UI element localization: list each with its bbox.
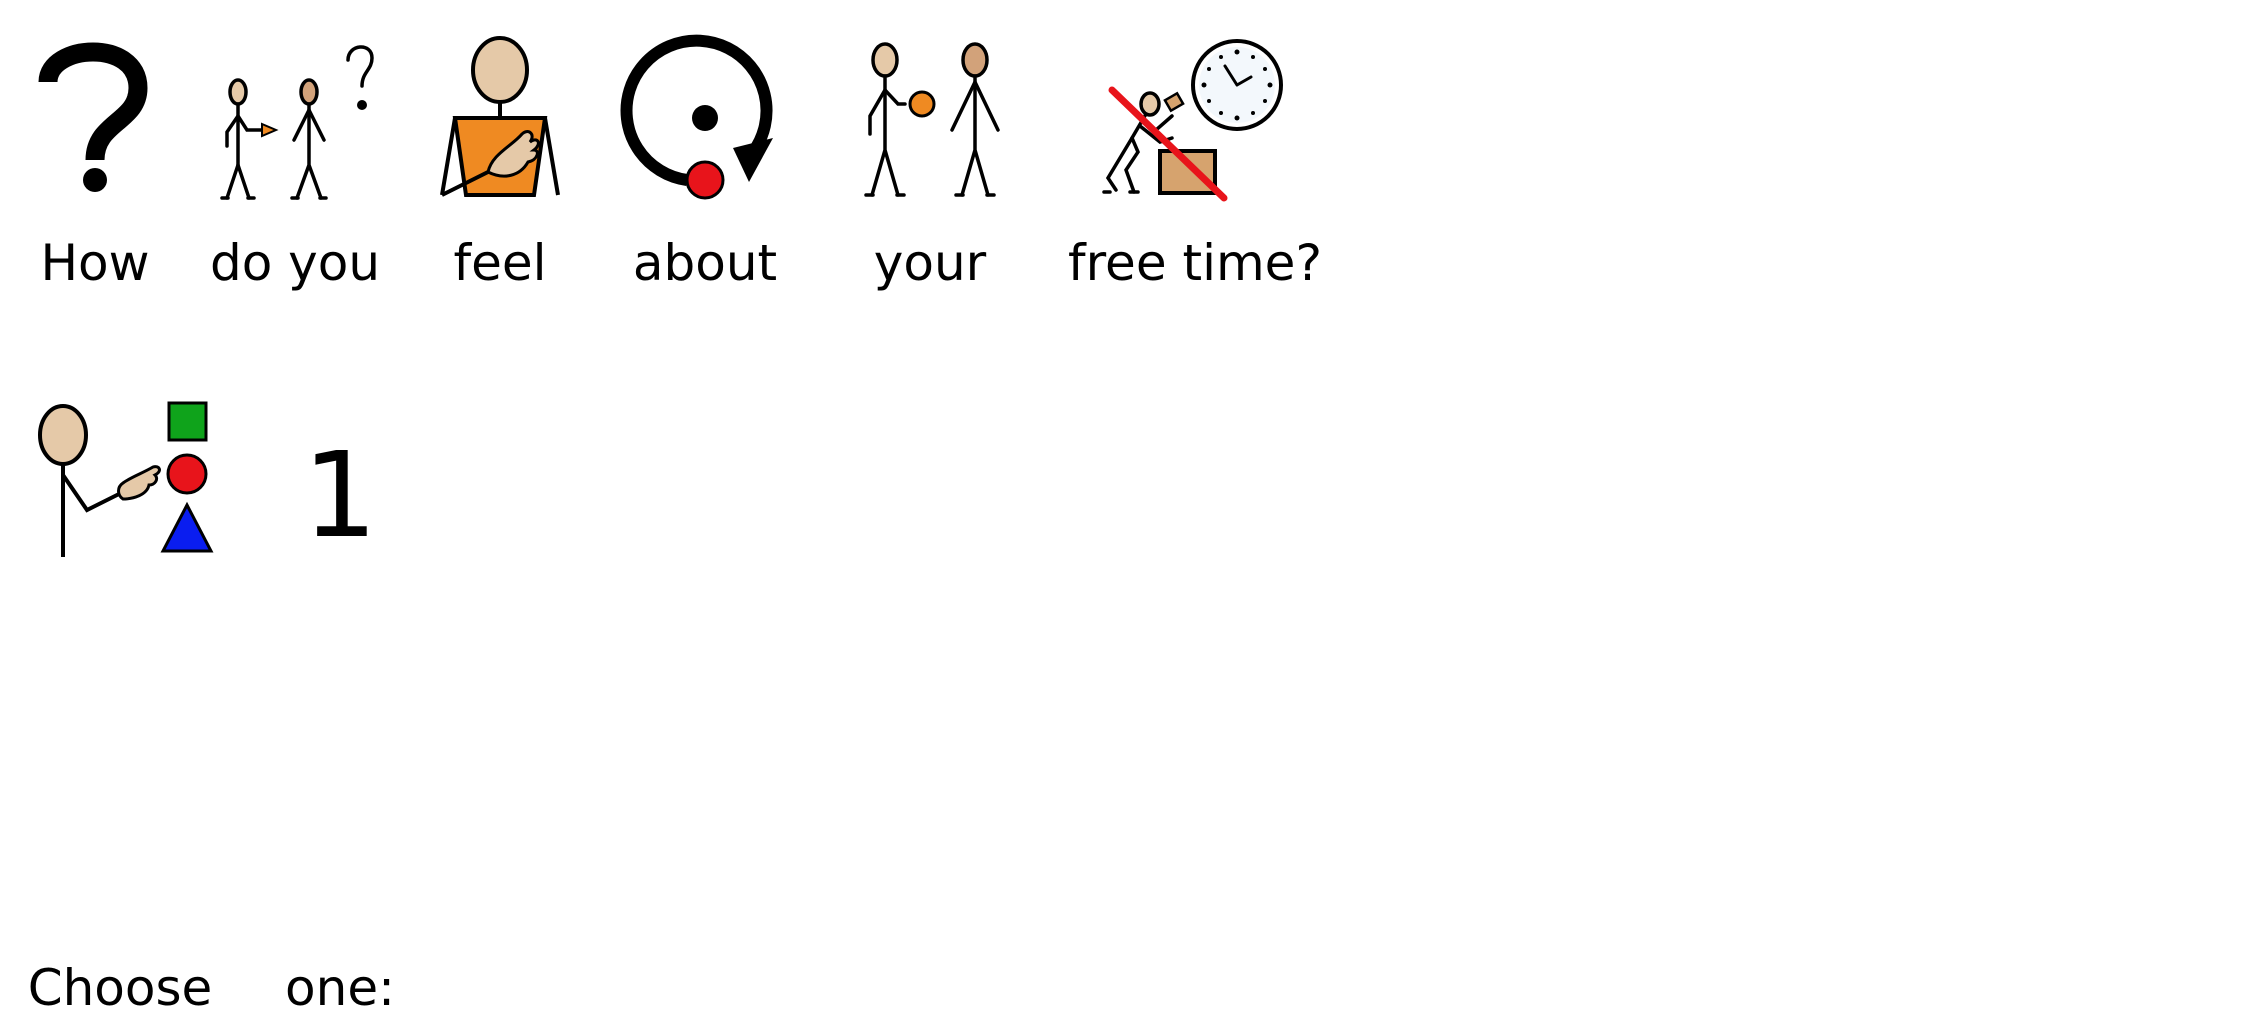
word-choose: Choose bbox=[27, 959, 213, 1017]
symbol-one: 1 one: bbox=[265, 395, 415, 1016]
no-work-clock-icon bbox=[1102, 39, 1283, 202]
symbol-do-you: do you bbox=[200, 30, 390, 300]
hand-on-chest-icon bbox=[440, 36, 560, 197]
word-one: one: bbox=[285, 959, 395, 1017]
question-mark-icon bbox=[38, 42, 148, 192]
word-about: about bbox=[632, 234, 778, 292]
symbol-free-time: free time? bbox=[1060, 30, 1330, 300]
symbol-about: about bbox=[620, 30, 785, 300]
symbol-your: your bbox=[850, 30, 1010, 300]
word-your: your bbox=[873, 234, 987, 292]
number-one-icon: 1 bbox=[302, 426, 378, 564]
symbol-feel: feel bbox=[430, 30, 570, 300]
word-free-time: free time? bbox=[1068, 234, 1322, 292]
word-do-you: do you bbox=[209, 234, 381, 292]
word-how: How bbox=[40, 234, 150, 292]
circle-around-point-icon bbox=[620, 34, 773, 200]
symbol-choose: Choose bbox=[25, 395, 215, 1016]
word-feel: feel bbox=[453, 234, 547, 292]
person-giving-to-person-icon bbox=[864, 42, 1000, 197]
symbol-how: How bbox=[20, 30, 170, 300]
person-asking-person-icon bbox=[220, 45, 374, 200]
person-pointing-shapes-icon bbox=[38, 401, 214, 557]
